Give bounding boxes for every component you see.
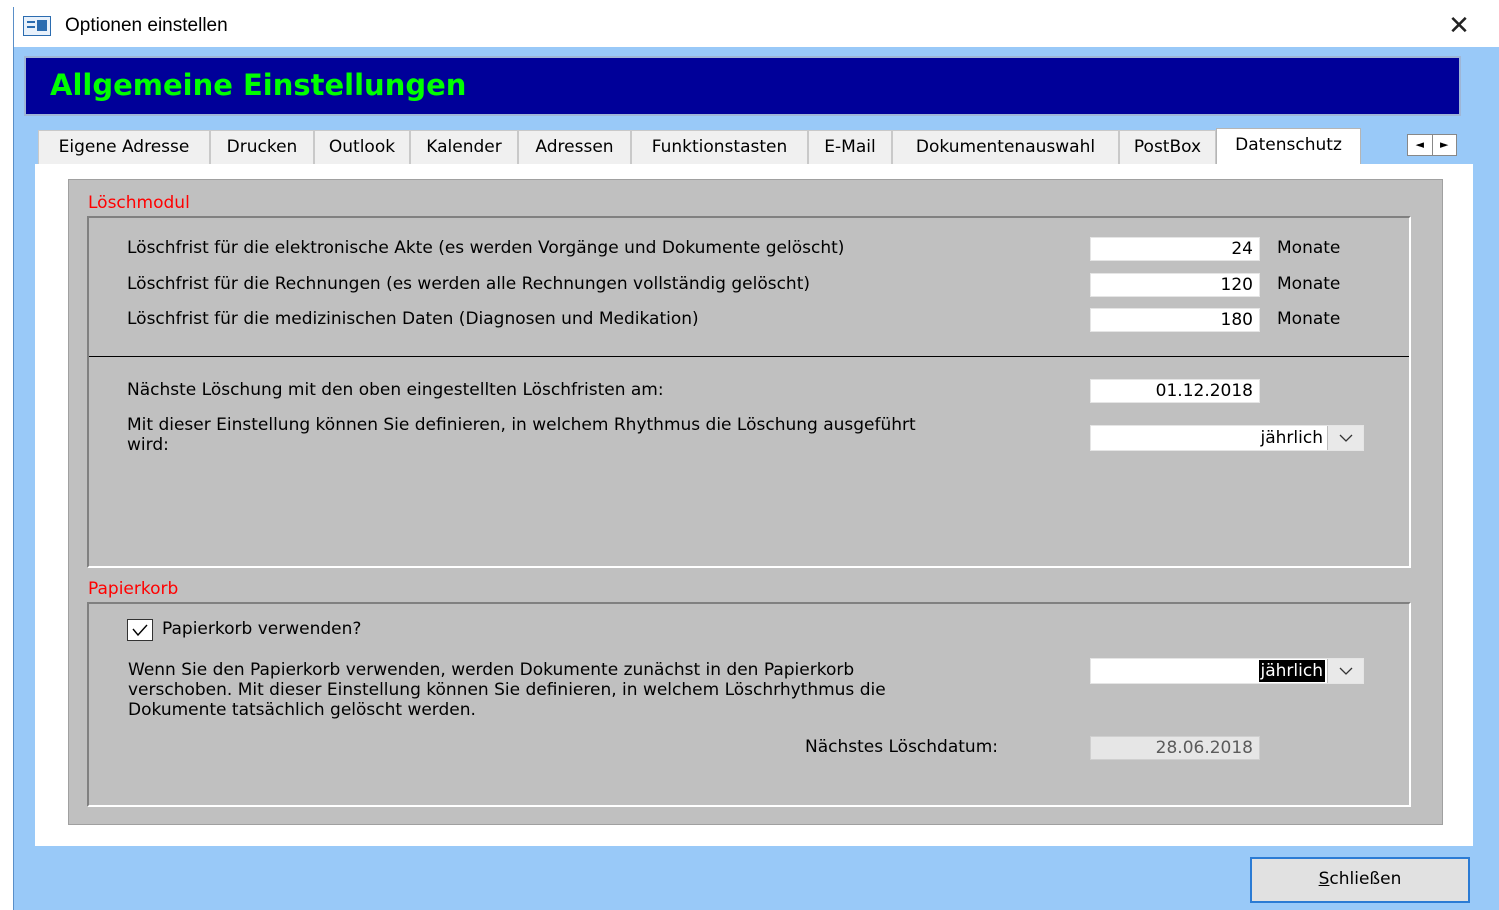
next-deletion-date-input[interactable]: 01.12.2018 [1090,379,1260,403]
tab-postbox[interactable]: PostBox [1119,130,1216,164]
tab-dokumentenauswahl[interactable]: Dokumentenauswahl [892,130,1119,164]
tab-page-datenschutz: Löschmodul Löschfrist für die elektronis… [35,164,1473,846]
divider [89,356,1409,357]
scroll-left-icon[interactable]: ◄ [1408,135,1433,155]
options-window: Optionen einstellen ✕ Allgemeine Einstel… [13,7,1499,910]
window-title: Optionen einstellen [65,15,228,36]
medizin-months-input[interactable]: 180 [1090,308,1260,332]
next-deletion-label: Nächste Löschung mit den oben eingestell… [127,380,664,400]
rhythm-label-line1: Mit dieser Einstellung können Sie defini… [127,415,916,435]
section-label-papierkorb: Papierkorb [88,579,179,599]
rhythm-select[interactable]: jährlich [1090,425,1364,451]
tab-outlook[interactable]: Outlook [314,130,410,164]
rechnungen-months-input[interactable]: 120 [1090,273,1260,297]
tab-scroll-buttons: ◄ ► [1407,134,1457,156]
header-banner: Allgemeine Einstellungen [24,56,1461,116]
papierkorb-checkbox[interactable] [127,619,153,641]
close-icon[interactable]: ✕ [1441,11,1477,41]
header-title: Allgemeine Einstellungen [50,68,467,102]
akte-unit: Monate [1277,238,1341,258]
settings-panel: Löschmodul Löschfrist für die elektronis… [68,179,1443,825]
akte-months-input[interactable]: 24 [1090,237,1260,261]
rechnungen-label: Löschfrist für die Rechnungen (es werden… [127,274,811,294]
tab-adressen[interactable]: Adressen [518,130,631,164]
papierkorb-desc-line3: Dokumente tatsächlich gelöscht werden. [128,700,476,720]
rhythm-select-value: jährlich [1260,428,1323,448]
tab-strip: Eigene Adresse Drucken Outlook Kalender … [38,128,1468,166]
papierkorb-rhythm-select[interactable]: jährlich [1090,658,1364,684]
papierkorb-checkbox-label: Papierkorb verwenden? [162,619,362,639]
papierkorb-desc-line2: verschoben. Mit dieser Einstellung könne… [128,680,886,700]
form-icon [23,16,51,36]
next-date-label: Nächstes Löschdatum: [805,737,998,757]
section-label-loeschmodul: Löschmodul [88,193,190,213]
scroll-right-icon[interactable]: ► [1433,135,1457,155]
close-button-label: chließen [1329,869,1402,889]
rechnungen-unit: Monate [1277,274,1341,294]
chevron-down-icon[interactable] [1327,659,1363,683]
papierkorb-rhythm-value: jährlich [1258,660,1325,682]
papierkorb-desc-line1: Wenn Sie den Papierkorb verwenden, werde… [128,660,855,680]
title-bar: Optionen einstellen ✕ [14,7,1499,47]
tab-datenschutz[interactable]: Datenschutz [1216,128,1361,166]
close-button-accel: S [1318,869,1330,889]
medizin-unit: Monate [1277,309,1341,329]
akte-label: Löschfrist für die elektronische Akte (e… [127,238,845,258]
tab-drucken[interactable]: Drucken [210,130,314,164]
tab-email[interactable]: E-Mail [808,130,892,164]
next-date-field: 28.06.2018 [1090,736,1260,760]
rhythm-label-line2: wird: [127,435,169,455]
tab-funktionstasten[interactable]: Funktionstasten [631,130,808,164]
chevron-down-icon[interactable] [1327,426,1363,450]
schliessen-button[interactable]: Schließen [1250,857,1470,903]
tab-kalender[interactable]: Kalender [410,130,518,164]
loeschmodul-group: Löschfrist für die elektronische Akte (e… [87,216,1411,568]
medizin-label: Löschfrist für die medizinischen Daten (… [127,309,699,329]
papierkorb-group: Papierkorb verwenden? Wenn Sie den Papie… [87,602,1411,807]
tab-eigene-adresse[interactable]: Eigene Adresse [38,130,210,164]
